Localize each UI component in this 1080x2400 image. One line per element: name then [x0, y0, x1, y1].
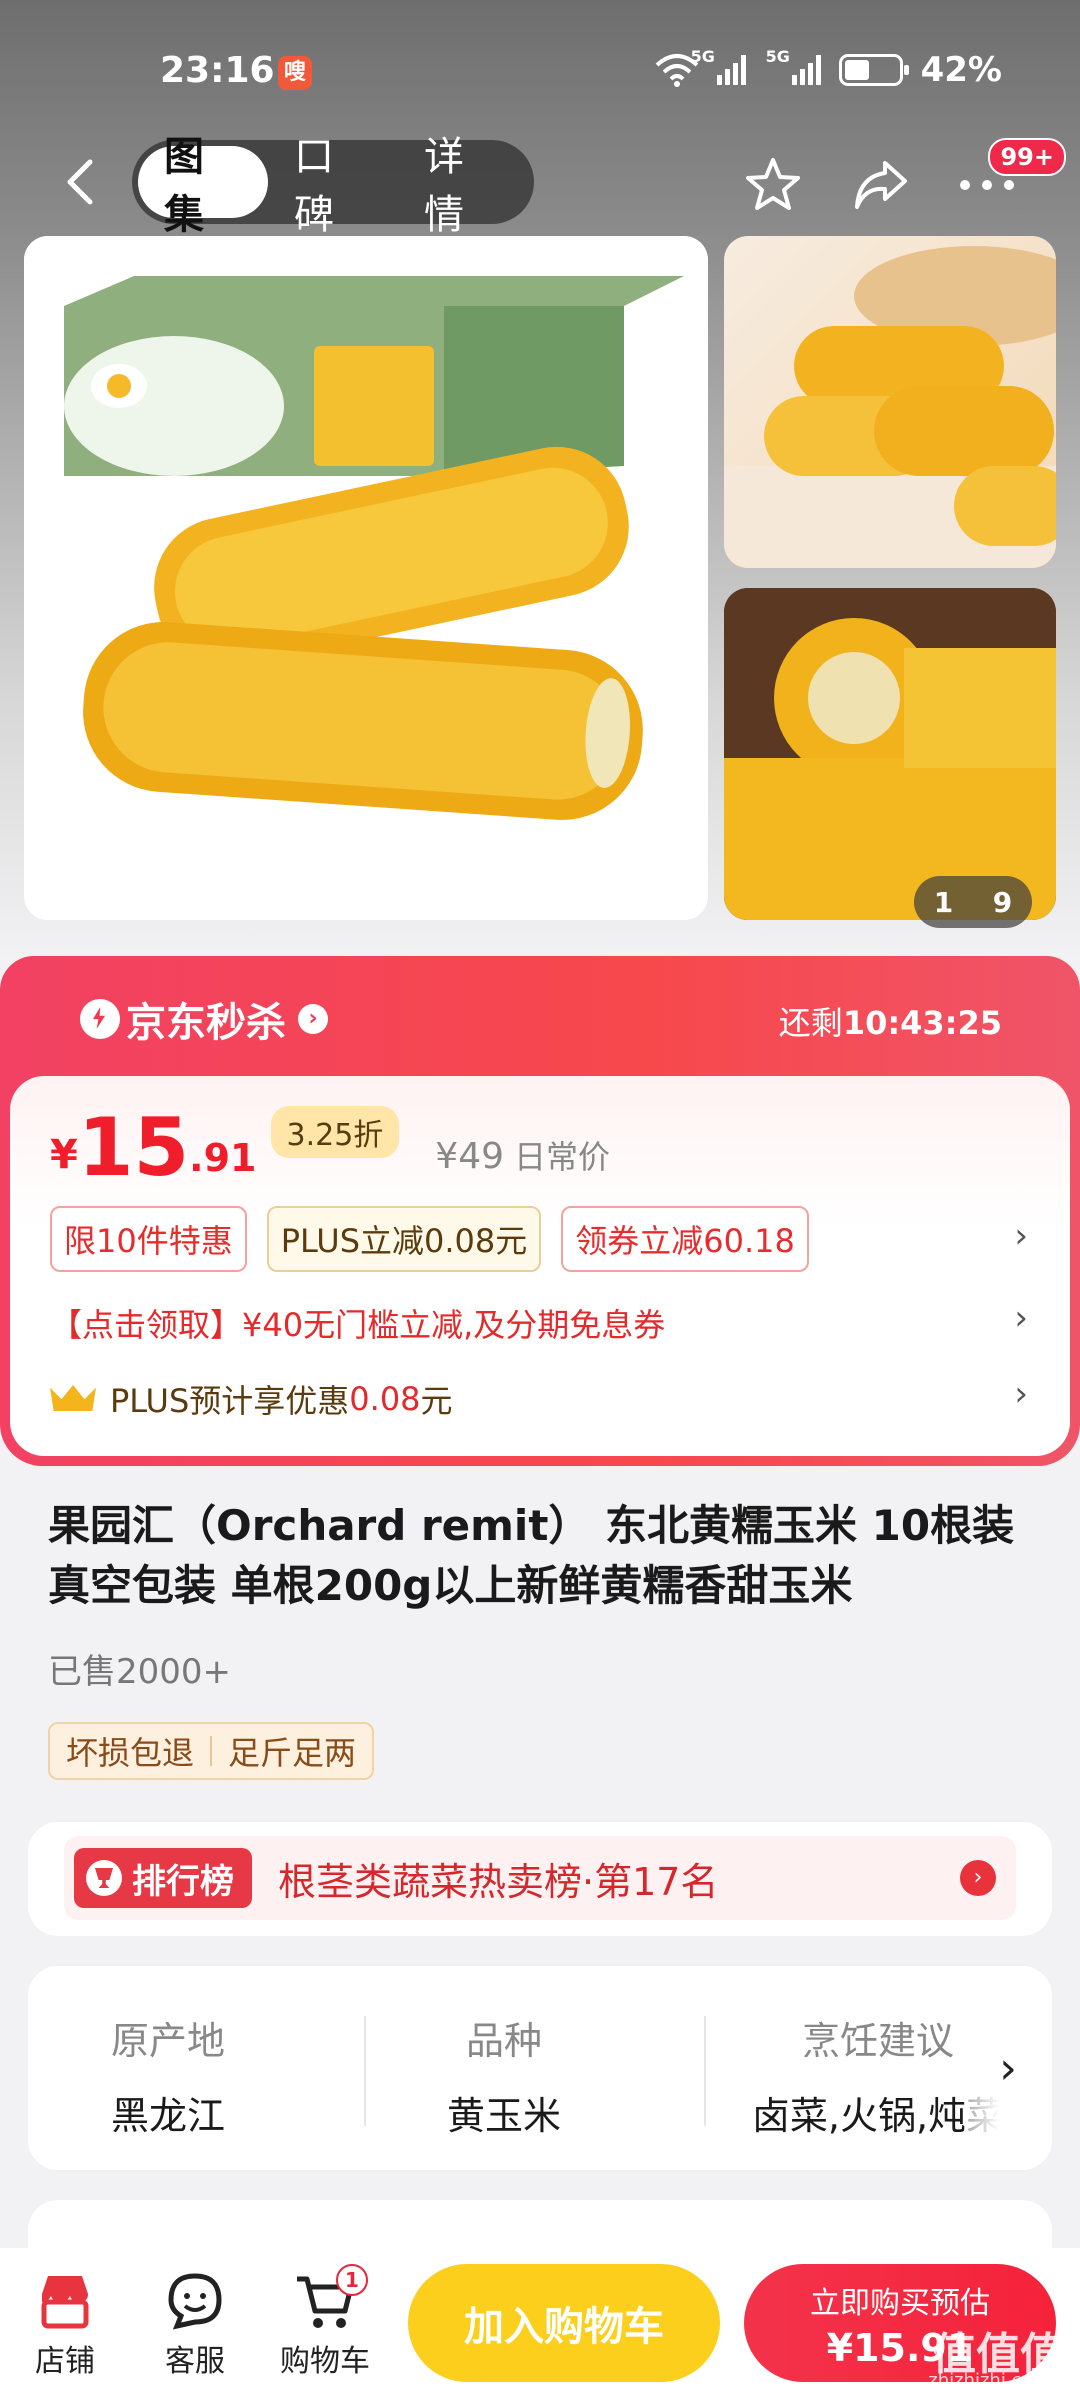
- store-button[interactable]: 店铺: [10, 2266, 120, 2380]
- buy-now-label: 立即购买预估: [810, 2286, 990, 2321]
- service-icon-wrap: [140, 2266, 250, 2336]
- promo-tag-coupon: 领券立减60.18: [561, 1206, 809, 1272]
- net-label-2: 5G: [765, 47, 790, 66]
- store-icon-wrap: [10, 2266, 120, 2336]
- service-label: 客服: [165, 2344, 225, 2379]
- cart-label: 购物车: [280, 2344, 370, 2379]
- attribute-value: 黄玉米: [446, 2094, 561, 2138]
- thumbnail-image-2[interactable]: [724, 588, 1056, 920]
- attributes-card[interactable]: 原产地 黑龙江 品种 黄玉米 烹饪建议 卤菜,火锅,炖菜 ›: [28, 1966, 1052, 2170]
- battery-icon: [838, 54, 909, 86]
- chevron-right-circle-icon: ›: [960, 1860, 996, 1896]
- ranking-card[interactable]: 排行榜 根茎类蔬菜热卖榜·第17名 ›: [28, 1822, 1052, 1936]
- chat-smile-icon: [168, 2273, 222, 2330]
- add-to-cart-button[interactable]: 加入购物车: [408, 2264, 720, 2382]
- view-tabs: 图集 口碑 详情: [132, 134, 534, 238]
- status-bar: 23:16 嗖 5G 5G 42%: [0, 0, 1080, 140]
- countdown-value: 10:43:25: [842, 1004, 1002, 1042]
- attribute-origin: 原产地 黑龙江: [28, 2010, 318, 2140]
- tab-details[interactable]: 详情: [398, 134, 528, 238]
- flash-sale-panel: 京东秒杀 › 还剩10:43:25 ¥ 15 .91 3.25折 ¥49 日常价 …: [0, 956, 1080, 1466]
- status-time: 23:16: [160, 50, 275, 91]
- sold-count: 已售2000+: [48, 1652, 232, 1692]
- corn-box-image: [24, 236, 708, 920]
- flash-sale-title: 京东秒杀: [126, 1000, 286, 1046]
- original-price-value: ¥49: [435, 1136, 505, 1177]
- attribute-value: 黑龙江: [110, 2094, 225, 2138]
- store-icon: [41, 2276, 89, 2329]
- chevron-right-icon: ›: [298, 1004, 328, 1034]
- signal-icon-2: 5G: [766, 47, 821, 85]
- coupon-chevron-icon[interactable]: ›: [1014, 1298, 1028, 1338]
- more-dots-icon: [960, 180, 1014, 190]
- cart-icon-wrap: 1: [270, 2264, 380, 2336]
- image-counter-total: 9: [992, 885, 1013, 919]
- ranking-badge-label: 排行榜: [132, 1861, 234, 1902]
- image-counter: 1 9: [914, 876, 1032, 928]
- crown-icon: [50, 1383, 96, 1415]
- plus-discount-row[interactable]: PLUS预计享优惠 0.08 元: [50, 1376, 453, 1422]
- attribute-divider: [704, 2016, 706, 2126]
- ranking-text: 根茎类蔬菜热卖榜·第17名: [278, 1859, 719, 1904]
- back-button[interactable]: [48, 150, 112, 214]
- chevron-right-icon[interactable]: ›: [964, 1966, 1052, 2170]
- share-button[interactable]: [846, 150, 916, 220]
- flash-sale-header[interactable]: 京东秒杀 ›: [80, 990, 328, 1048]
- thumbnail-image-1[interactable]: [724, 236, 1056, 568]
- main-product-image[interactable]: [24, 236, 708, 920]
- original-price-label: 日常价: [514, 1138, 611, 1176]
- price-integer: 15: [77, 1101, 190, 1194]
- plus-line-prefix: PLUS预计享优惠: [110, 1382, 350, 1420]
- cart-count-badge: 1: [336, 2264, 368, 2296]
- star-icon: [746, 158, 800, 210]
- attribute-variety: 品种 黄玉米: [354, 2010, 654, 2140]
- favorite-button[interactable]: [738, 150, 808, 220]
- store-label: 店铺: [35, 2344, 95, 2379]
- battery-percent: 42%: [920, 50, 1002, 90]
- coupon-claim-link[interactable]: 【点击领取】¥40无门槛立减,及分期免息券: [50, 1300, 665, 1346]
- watermark-url: zhizhizhi.com: [928, 2370, 1050, 2391]
- product-title: 果园汇（Orchard remit） 东北黄糯玉米 10根装 真空包装 单根20…: [48, 1501, 1015, 1610]
- price-decimal: .91: [189, 1136, 257, 1180]
- attribute-key: 品种: [465, 2019, 542, 2063]
- discount-badge: 3.25折: [270, 1106, 400, 1158]
- trophy-icon: [86, 1860, 122, 1896]
- original-price: ¥49 日常价: [435, 1132, 610, 1178]
- signal-icon-1: 5G: [691, 47, 746, 85]
- service-tag-full-weight: 足斤足两: [228, 1734, 357, 1772]
- image-counter-current: 1: [933, 885, 954, 919]
- notification-badge: 99+: [988, 138, 1066, 176]
- customer-service-button[interactable]: 客服: [140, 2266, 250, 2380]
- cart-button[interactable]: 1 购物车: [270, 2264, 380, 2380]
- bottom-action-bar: 店铺 客服 1 购物车 加入购物车 立即购买预估 ¥15.91: [0, 2248, 1080, 2400]
- service-tag-damage-refund: 坏损包退: [66, 1734, 195, 1772]
- corn-closeup-image: [724, 588, 1056, 920]
- tab-reviews[interactable]: 口碑: [268, 134, 398, 238]
- promo-tag-limit: 限10件特惠: [50, 1206, 247, 1272]
- promo-chevron-icon[interactable]: ›: [1014, 1216, 1028, 1256]
- app-notification-icon: 嗖: [278, 56, 312, 90]
- ranking-badge: 排行榜: [74, 1848, 252, 1908]
- lightning-icon: [80, 999, 120, 1039]
- promo-tags[interactable]: 限10件特惠 PLUS立减0.08元 领券立减60.18: [50, 1206, 809, 1272]
- chevron-left-icon: [67, 159, 93, 205]
- price-card: ¥ 15 .91 3.25折 ¥49 日常价 限10件特惠 PLUS立减0.08元…: [10, 1076, 1070, 1456]
- plus-line-suffix: 元: [420, 1382, 453, 1420]
- tab-gallery[interactable]: 图集: [138, 134, 268, 238]
- corn-steamer-image: [724, 246, 1056, 568]
- price-row: ¥ 15 .91 3.25折 ¥49 日常价: [50, 1106, 610, 1188]
- plus-chevron-icon[interactable]: ›: [1014, 1374, 1028, 1414]
- price-symbol: ¥: [50, 1132, 78, 1178]
- ranking-row: 排行榜 根茎类蔬菜热卖榜·第17名 ›: [64, 1836, 1016, 1920]
- attribute-key: 原产地: [110, 2019, 225, 2063]
- plus-line-value: 0.08: [349, 1380, 421, 1418]
- share-icon: [855, 161, 907, 209]
- countdown: 还剩10:43:25: [779, 998, 1002, 1044]
- net-label-1: 5G: [690, 47, 715, 66]
- top-nav: 图集 口碑 详情 99+: [0, 134, 1080, 238]
- promo-tag-plus: PLUS立减0.08元: [266, 1206, 542, 1272]
- service-tags[interactable]: 坏损包退 足斤足两: [48, 1722, 375, 1780]
- status-indicators: 5G 5G 42%: [655, 47, 1002, 90]
- countdown-label: 还剩: [778, 1004, 843, 1042]
